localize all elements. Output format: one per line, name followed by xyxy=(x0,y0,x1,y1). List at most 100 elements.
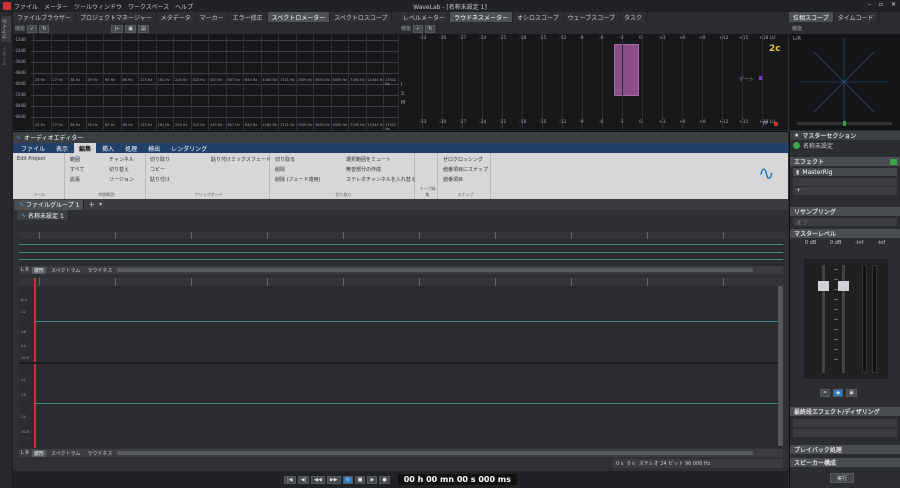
ribbon-item[interactable]: 貼り付け xyxy=(150,176,170,183)
tab-3[interactable]: ウェーブスコープ xyxy=(563,12,620,22)
tab-4[interactable]: タスク xyxy=(619,12,647,22)
ruler-tick xyxy=(267,232,268,239)
refresh-icon[interactable]: ↻ xyxy=(425,24,436,33)
transport-rewind-icon[interactable]: ◀◀ xyxy=(311,475,325,484)
ribbon-item[interactable]: 削除 (フェード適用) xyxy=(275,176,321,183)
doc-tab[interactable]: ∿ 名称未設定 1 xyxy=(17,210,69,220)
ribbon-item[interactable]: 選択範囲をミュート xyxy=(346,156,391,163)
ribbon-item[interactable]: 値番項目にスナップ xyxy=(443,166,488,173)
preset-name[interactable]: 名称未設定 xyxy=(803,141,833,150)
ribbon-tab-4[interactable]: 処理 xyxy=(120,143,142,153)
dither-icon[interactable]: ◆ xyxy=(833,389,844,397)
ribbon-item[interactable]: 無音部分の作成 xyxy=(346,166,381,173)
fader-handle[interactable] xyxy=(838,281,849,291)
subtab-1[interactable]: スペクトラム xyxy=(49,267,83,274)
refresh-icon[interactable]: ↻ xyxy=(39,24,50,33)
ribbon-item[interactable]: 切り取る xyxy=(275,156,295,163)
ribbon-tab-3[interactable]: 挿入 xyxy=(97,143,119,153)
close-icon[interactable]: ✕ xyxy=(891,1,896,8)
chevron-down-icon[interactable]: ▾ xyxy=(99,201,102,208)
final-slot-2[interactable] xyxy=(793,429,897,437)
ribbon-item[interactable]: コピー xyxy=(150,166,165,173)
fader-handle[interactable] xyxy=(818,281,829,291)
effect-slot[interactable]: ▮ MasterRig xyxy=(793,168,897,176)
ribbon-tab-1[interactable]: 表示 xyxy=(51,143,73,153)
freq-label: 7190 Hz xyxy=(350,123,365,127)
tab-0[interactable]: レベルメーター xyxy=(399,12,451,22)
power-icon[interactable] xyxy=(793,142,800,149)
resample-slot[interactable]: オフ xyxy=(793,218,897,227)
effect-slot-empty[interactable] xyxy=(793,178,897,186)
ribbon-item[interactable]: ゼロクロッシング xyxy=(443,156,483,163)
ribbon-tab-5[interactable]: 検出 xyxy=(143,143,165,153)
h-scrollbar[interactable] xyxy=(117,451,753,455)
transport-stop-icon[interactable]: ■ xyxy=(354,475,366,484)
file-group-tab[interactable]: ∿ ファイルグループ 1 xyxy=(15,199,85,210)
v-scrollbar[interactable] xyxy=(778,286,783,446)
ribbon-tab-0[interactable]: ファイル xyxy=(16,143,50,153)
ribbon-item[interactable]: Edit Project xyxy=(17,156,45,162)
subtab-0[interactable]: 波形 xyxy=(31,449,46,457)
transport-play-icon[interactable]: ▶ xyxy=(367,475,378,484)
tab-2[interactable]: オシロスコープ xyxy=(513,12,564,22)
maximize-icon[interactable]: ▫ xyxy=(879,1,883,8)
tab-0[interactable]: 位相スコープ xyxy=(789,12,834,22)
format-readout[interactable]: ステレオ 24 ビット 96 000 Hz xyxy=(639,460,711,467)
minimize-icon[interactable]: – xyxy=(868,1,871,8)
reset-icon[interactable]: |← xyxy=(111,24,124,33)
tab-5[interactable]: スペクトロメーター xyxy=(267,12,331,22)
lock-icon[interactable]: ▣ xyxy=(846,389,857,397)
effect-slot-add[interactable]: + xyxy=(793,187,897,195)
tab-3[interactable]: マーカー xyxy=(195,12,229,22)
tab-1[interactable]: タイムコード xyxy=(833,12,879,22)
transport-prev-icon[interactable]: ◀| xyxy=(297,475,310,484)
subtab-1[interactable]: スペクトラム xyxy=(49,450,83,457)
transport-ffwd-icon[interactable]: ▶▶ xyxy=(326,475,341,484)
tab-1[interactable]: ラウドネスメーター xyxy=(450,12,514,22)
ribbon-item[interactable]: 範囲 xyxy=(70,156,80,163)
tab-4[interactable]: エラー修正 xyxy=(228,12,268,22)
ribbon-item[interactable]: 拡張 xyxy=(70,176,80,183)
ribbon-tab-6[interactable]: レンダリング xyxy=(166,143,212,153)
ribbon-item[interactable]: 切り取り xyxy=(150,156,170,163)
ribbon-item[interactable]: 削除 xyxy=(275,166,285,173)
transport-loop-icon[interactable]: ⟲ xyxy=(342,475,353,484)
check-icon[interactable]: ✓ xyxy=(27,24,38,33)
link-icon[interactable]: = xyxy=(820,389,831,397)
check-icon[interactable]: ✓ xyxy=(413,24,424,33)
export-icon[interactable]: ▤ xyxy=(138,24,149,33)
ribbon-item[interactable]: ステレオチャンネルを入れ替え xyxy=(346,176,416,183)
subtab-2[interactable]: ラウドネス xyxy=(85,267,114,274)
ribbon-tab-2[interactable]: 編集 xyxy=(74,143,97,153)
transport-rewind-start-icon[interactable]: |◀ xyxy=(284,475,296,484)
ribbon-item[interactable]: 貼り付けミックスフェード xyxy=(211,156,271,163)
menu-item-0[interactable]: ファイル xyxy=(14,2,38,11)
ribbon-item[interactable]: リージョン xyxy=(109,176,134,183)
h-scrollbar[interactable] xyxy=(117,268,753,272)
add-tab-icon[interactable]: + xyxy=(88,200,95,209)
menu-item-1[interactable]: メーター xyxy=(44,2,68,11)
run-button[interactable]: 実行 xyxy=(830,473,855,483)
transport-record-icon[interactable]: ● xyxy=(379,475,390,484)
db-mark: -12 xyxy=(20,378,26,382)
camera-icon[interactable]: ▣ xyxy=(125,24,137,33)
power-icon[interactable] xyxy=(890,158,897,165)
subtab-2[interactable]: ラウドネス xyxy=(85,450,114,457)
tab-0[interactable]: ファイルブラウザー xyxy=(13,12,77,22)
menu-item-2[interactable]: ツールウィンドウ xyxy=(74,2,122,11)
ribbon-item[interactable]: すべて xyxy=(70,166,84,173)
tab-6[interactable]: スペクトロスコープ xyxy=(330,12,393,22)
final-slot-1[interactable] xyxy=(793,419,897,427)
menu-item-3[interactable]: ワークスペース xyxy=(128,2,169,11)
ribbon-item[interactable]: 切り替え xyxy=(109,166,129,173)
rail-item-markers[interactable]: マーカー xyxy=(1,46,11,66)
subtab-0[interactable]: 波形 xyxy=(31,266,46,274)
ribbon-item[interactable]: 値番項目 xyxy=(443,176,463,183)
level-faders[interactable] xyxy=(804,259,888,379)
rail-item-files[interactable]: ファイル xyxy=(1,16,11,42)
ribbon-item[interactable]: チャンネル xyxy=(109,156,134,163)
freq-rule xyxy=(383,34,384,130)
tab-2[interactable]: メタデータ xyxy=(156,12,196,22)
menu-item-4[interactable]: ヘルプ xyxy=(175,2,193,11)
tab-1[interactable]: プロジェクトマネージャー xyxy=(76,12,157,22)
